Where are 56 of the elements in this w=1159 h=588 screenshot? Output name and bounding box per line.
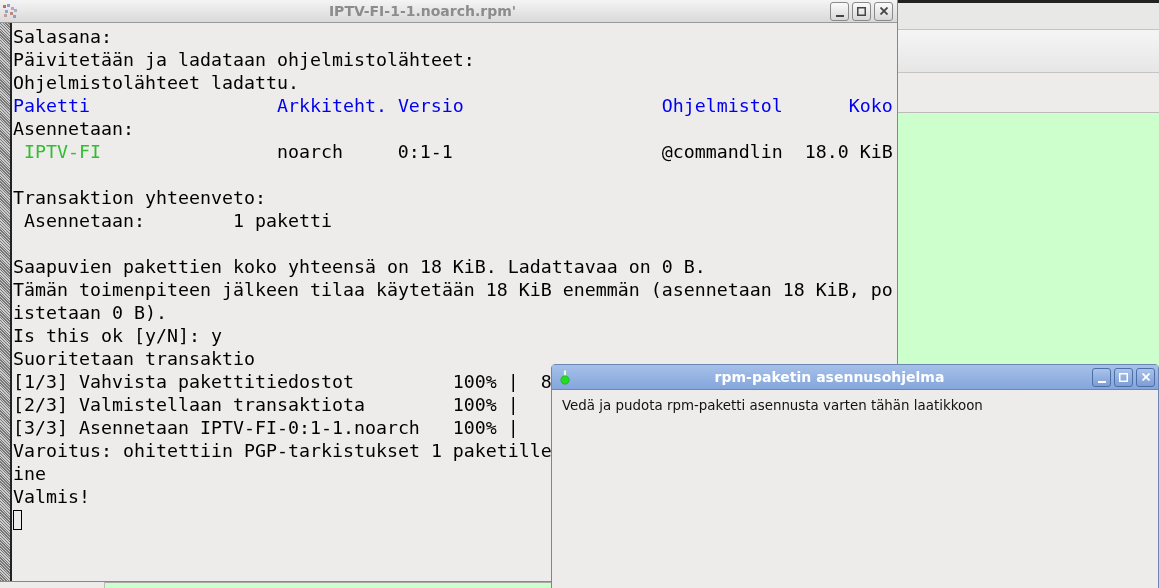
text-cursor [13, 510, 22, 530]
flask-icon [560, 369, 570, 385]
minimize-icon [1097, 380, 1106, 383]
progress-text: 8 [540, 371, 552, 392]
column-header: Ohjelmistol [661, 95, 783, 116]
terminal-line: Suoritetaan transaktio [13, 347, 255, 370]
close-icon [1141, 373, 1150, 381]
terminal-line: Transaktion yhteenveto: [13, 186, 266, 209]
terminal-line: Päivitetään ja ladataan ohjelmistolähteet: [13, 48, 475, 71]
terminal-line: Asennetaan: [13, 117, 134, 140]
terminal-line: Valmis! [13, 485, 90, 508]
progress-text: Valmistellaan transaktiota [78, 394, 365, 415]
progress-text: [2/3] [13, 394, 68, 415]
progress-text: | [507, 394, 519, 415]
maximize-icon [857, 6, 866, 16]
terminal-line: Is this ok [y/N]: y [13, 324, 222, 347]
summary-text: 1 paketti [232, 210, 332, 231]
table-cell: @commandlin [661, 141, 783, 162]
terminal-line: ine [13, 462, 46, 485]
terminal-line: Ohjelmistolähteet ladattu. [13, 71, 299, 94]
table-cell: IPTV-FI [24, 141, 101, 162]
terminal-line: Varoitus: ohitettiin PGP-tarkistukset 1 paketille [13, 439, 552, 462]
progress-text: 100% [452, 417, 497, 438]
progress-text: Asennetaan IPTV-FI-0:1-1.noarch [78, 417, 420, 438]
minimize-button[interactable] [830, 1, 849, 21]
progress-text: | [507, 417, 519, 438]
progress-text: 100% [452, 371, 497, 392]
progress-text: 100% [452, 394, 497, 415]
column-header: Versio [397, 95, 464, 116]
column-header: Koko [848, 95, 893, 116]
progress-text: Vahvista pakettitiedostot [78, 371, 354, 392]
table-cell: noarch [276, 141, 343, 162]
progress-text: [3/3] [13, 417, 68, 438]
dialog-title: rpm-paketin asennusohjelma [713, 369, 946, 385]
summary-text: Asennetaan: [24, 210, 145, 231]
close-button[interactable] [1136, 367, 1155, 387]
close-button[interactable] [874, 1, 893, 21]
table-cell: 18.0 KiB [804, 141, 893, 162]
table-cell: 0:1-1 [397, 141, 453, 162]
terminal-line: Tämän toimenpiteen jälkeen tilaa käytetään 18 KiB enemmän (asennetaan 18 KiB, po [13, 278, 893, 301]
progress-text: | [507, 371, 519, 392]
terminal-line: Saapuvien pakettien koko yhteensä on 18 KiB. Ladattavaa on 0 B. [13, 255, 706, 278]
drop-hint: Vedä ja pudota rpm-paketti asennusta varten tähän laatikkoon [562, 398, 983, 413]
terminal-line: istetaan 0 B). [13, 301, 167, 324]
minimize-icon [835, 14, 844, 17]
maximize-button[interactable] [1114, 367, 1133, 387]
minimize-button[interactable] [1092, 367, 1111, 387]
maximize-icon [1119, 372, 1128, 382]
maximize-button[interactable] [852, 1, 871, 21]
progress-text: [1/3] [13, 371, 68, 392]
column-header: Paketti [13, 95, 90, 116]
close-icon [879, 7, 888, 15]
terminal-line: Salasana: [13, 25, 112, 48]
column-header: Arkkiteht. [276, 95, 387, 116]
app-icon [2, 3, 18, 19]
window-title: IPTV-FI-1-1.noarch.rpm' [327, 3, 518, 19]
